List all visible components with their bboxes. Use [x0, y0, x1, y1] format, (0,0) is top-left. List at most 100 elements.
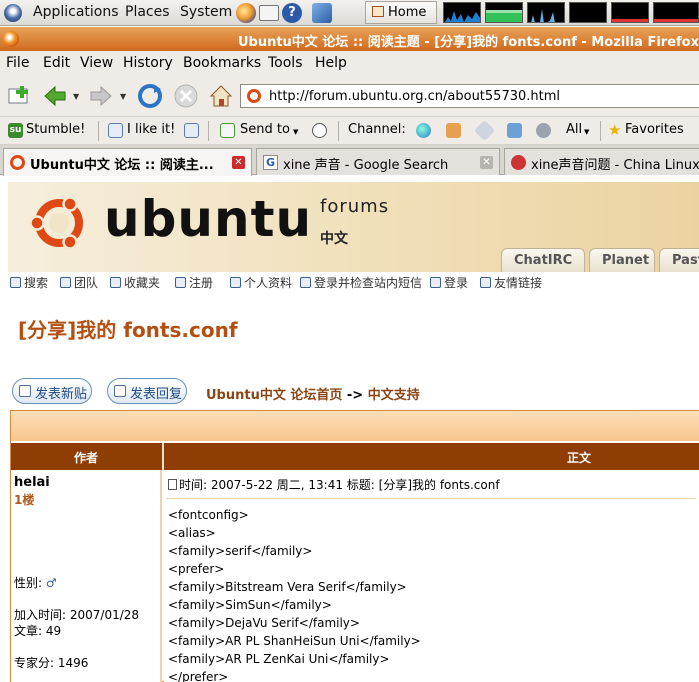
- nav-team[interactable]: 团队: [60, 274, 98, 291]
- gnome-foot-icon: [4, 4, 22, 22]
- send-to-dropdown-icon[interactable]: ▼: [293, 128, 298, 136]
- menu-edit[interactable]: Edit: [43, 55, 70, 71]
- video-icon[interactable]: [507, 123, 522, 138]
- ubuntu-favicon: [247, 89, 261, 103]
- close-tab-icon[interactable]: ✕: [480, 156, 493, 169]
- stumble-button[interactable]: Stumble!: [26, 122, 85, 137]
- messages-icon: [300, 277, 311, 288]
- author-header: 作者: [74, 451, 99, 465]
- channel-label: Channel:: [348, 122, 406, 137]
- all-channels-button[interactable]: All: [566, 122, 582, 137]
- thumbs-down-icon[interactable]: [184, 123, 199, 138]
- forward-dropdown-icon[interactable]: ▼: [120, 92, 126, 101]
- comment-bubble-icon[interactable]: [312, 123, 327, 138]
- settings-icon[interactable]: [536, 123, 551, 138]
- toolbar-separator: [208, 121, 209, 141]
- back-arrow-icon[interactable]: [42, 83, 68, 109]
- post-line: <family>DejaVu Serif</family>: [168, 616, 360, 630]
- author-score: 专家分: 1496: [14, 656, 89, 670]
- tag-icon[interactable]: [473, 119, 496, 142]
- stumbleupon-logo-icon: su: [8, 123, 23, 138]
- firefox-window-icon[interactable]: [3, 31, 19, 47]
- post-icon[interactable]: [168, 479, 177, 490]
- new-topic-icon: [19, 385, 31, 397]
- star-icon[interactable]: ★: [608, 121, 621, 139]
- gnome-top-panel: Applications Places System ? Home: [0, 0, 699, 26]
- window-title-bar[interactable]: Ubuntu中文 论坛 :: 阅读主题 - [分享]我的 fonts.conf …: [0, 27, 699, 51]
- firefox-launcher-icon[interactable]: [236, 3, 256, 23]
- menu-bookmarks[interactable]: Bookmarks: [183, 55, 261, 71]
- tab-label: xine 声音 - Google Search: [283, 158, 449, 173]
- new-tab-icon[interactable]: [6, 83, 32, 109]
- nav-profile[interactable]: 个人资料: [230, 274, 292, 291]
- tab-google-search[interactable]: G xine 声音 - Google Search ✕: [256, 148, 500, 175]
- menu-help[interactable]: Help: [315, 55, 347, 71]
- send-to-button[interactable]: Send to: [240, 122, 290, 137]
- menu-history[interactable]: History: [123, 55, 173, 71]
- breadcrumb: Ubuntu中文 论坛首页 -> 中文支持: [206, 384, 420, 403]
- i-like-it-button[interactable]: I like it!: [127, 122, 175, 137]
- post-meta: 时间: 2007-5-22 周二, 13:41 标题: [分享]我的 fonts…: [168, 476, 500, 493]
- tab-chatirc[interactable]: ChatIRC: [501, 248, 585, 272]
- reply-button[interactable]: 发表回复: [107, 378, 187, 404]
- back-dropdown-icon[interactable]: ▼: [73, 92, 79, 101]
- home-icon: [372, 6, 384, 17]
- nav-login[interactable]: 登录: [430, 274, 468, 291]
- team-icon: [60, 277, 71, 288]
- forward-arrow-icon[interactable]: [88, 83, 114, 109]
- tab-label: xine声音问题 - China Linux: [531, 158, 699, 173]
- ubuntu-logo-text[interactable]: ubuntu: [104, 190, 312, 248]
- breadcrumb-home[interactable]: Ubuntu中文 论坛首页: [206, 388, 342, 403]
- new-topic-label: 发表新贴: [35, 387, 88, 402]
- mail-launcher-icon[interactable]: [259, 5, 279, 21]
- nav-team-label: 团队: [74, 276, 99, 290]
- nav-favorites[interactable]: 收藏夹: [110, 274, 160, 291]
- editor-launcher-icon[interactable]: [312, 3, 332, 23]
- nav-links[interactable]: 友情链接: [480, 274, 542, 291]
- menu-view[interactable]: View: [80, 55, 113, 71]
- nav-login-label: 登录: [444, 276, 469, 290]
- post-body: 时间: 2007-5-22 周二, 13:41 标题: [分享]我的 fonts…: [164, 470, 699, 682]
- chinese-label: 中文: [320, 231, 348, 247]
- applications-menu[interactable]: Applications: [33, 4, 119, 20]
- author-posts: 文章: 49: [14, 624, 62, 638]
- reload-icon[interactable]: [137, 83, 163, 109]
- post-separator: [166, 498, 696, 499]
- nav-login-messages[interactable]: 登录并检查站内短信: [300, 274, 422, 291]
- all-dropdown-icon[interactable]: ▼: [584, 128, 589, 136]
- post-line: <family>AR PL ZenKai Uni</family>: [168, 652, 390, 666]
- toolbar-separator: [98, 121, 99, 141]
- home-taskbar-button[interactable]: Home: [365, 1, 437, 24]
- nav-search[interactable]: 搜索: [10, 274, 48, 291]
- author-name[interactable]: helai: [14, 475, 50, 490]
- google-favicon: G: [263, 155, 278, 170]
- thumbs-up-icon[interactable]: [108, 123, 123, 138]
- post-line: <family>Bitstream Vera Serif</family>: [168, 580, 407, 594]
- people-icon[interactable]: [446, 123, 461, 138]
- close-tab-icon[interactable]: ✕: [232, 156, 245, 169]
- system-menu[interactable]: System: [180, 4, 232, 20]
- favorites-button[interactable]: Favorites: [625, 122, 684, 137]
- tab-past[interactable]: Past: [659, 248, 699, 272]
- nav-search-label: 搜索: [24, 276, 49, 290]
- send-to-icon[interactable]: [220, 123, 235, 138]
- tab-ubuntu-forum[interactable]: Ubuntu中文 论坛 :: 阅读主... ✕: [3, 148, 252, 176]
- home-page-icon[interactable]: [208, 83, 234, 109]
- ubuntu-circle-of-friends-icon[interactable]: [28, 192, 90, 254]
- breadcrumb-section[interactable]: 中文支持: [368, 388, 420, 403]
- tab-planet[interactable]: Planet: [589, 248, 655, 272]
- stop-icon[interactable]: [173, 83, 199, 109]
- menu-file[interactable]: File: [6, 55, 29, 71]
- nav-register[interactable]: 注册: [175, 274, 213, 291]
- reply-label: 发表回复: [130, 387, 183, 402]
- places-menu[interactable]: Places: [125, 4, 170, 20]
- topic-title[interactable]: [分享]我的 fonts.conf: [18, 314, 238, 343]
- url-text: http://forum.ubuntu.org.cn/about55730.ht…: [269, 89, 561, 104]
- nav-favorites-label: 收藏夹: [124, 276, 161, 290]
- menu-tools[interactable]: Tools: [268, 55, 303, 71]
- url-bar[interactable]: http://forum.ubuntu.org.cn/about55730.ht…: [240, 84, 699, 108]
- tab-china-linux[interactable]: xine声音问题 - China Linux: [504, 148, 699, 175]
- help-launcher-icon[interactable]: ?: [282, 3, 302, 23]
- new-topic-button[interactable]: 发表新贴: [12, 378, 92, 404]
- globe-icon[interactable]: [416, 123, 431, 138]
